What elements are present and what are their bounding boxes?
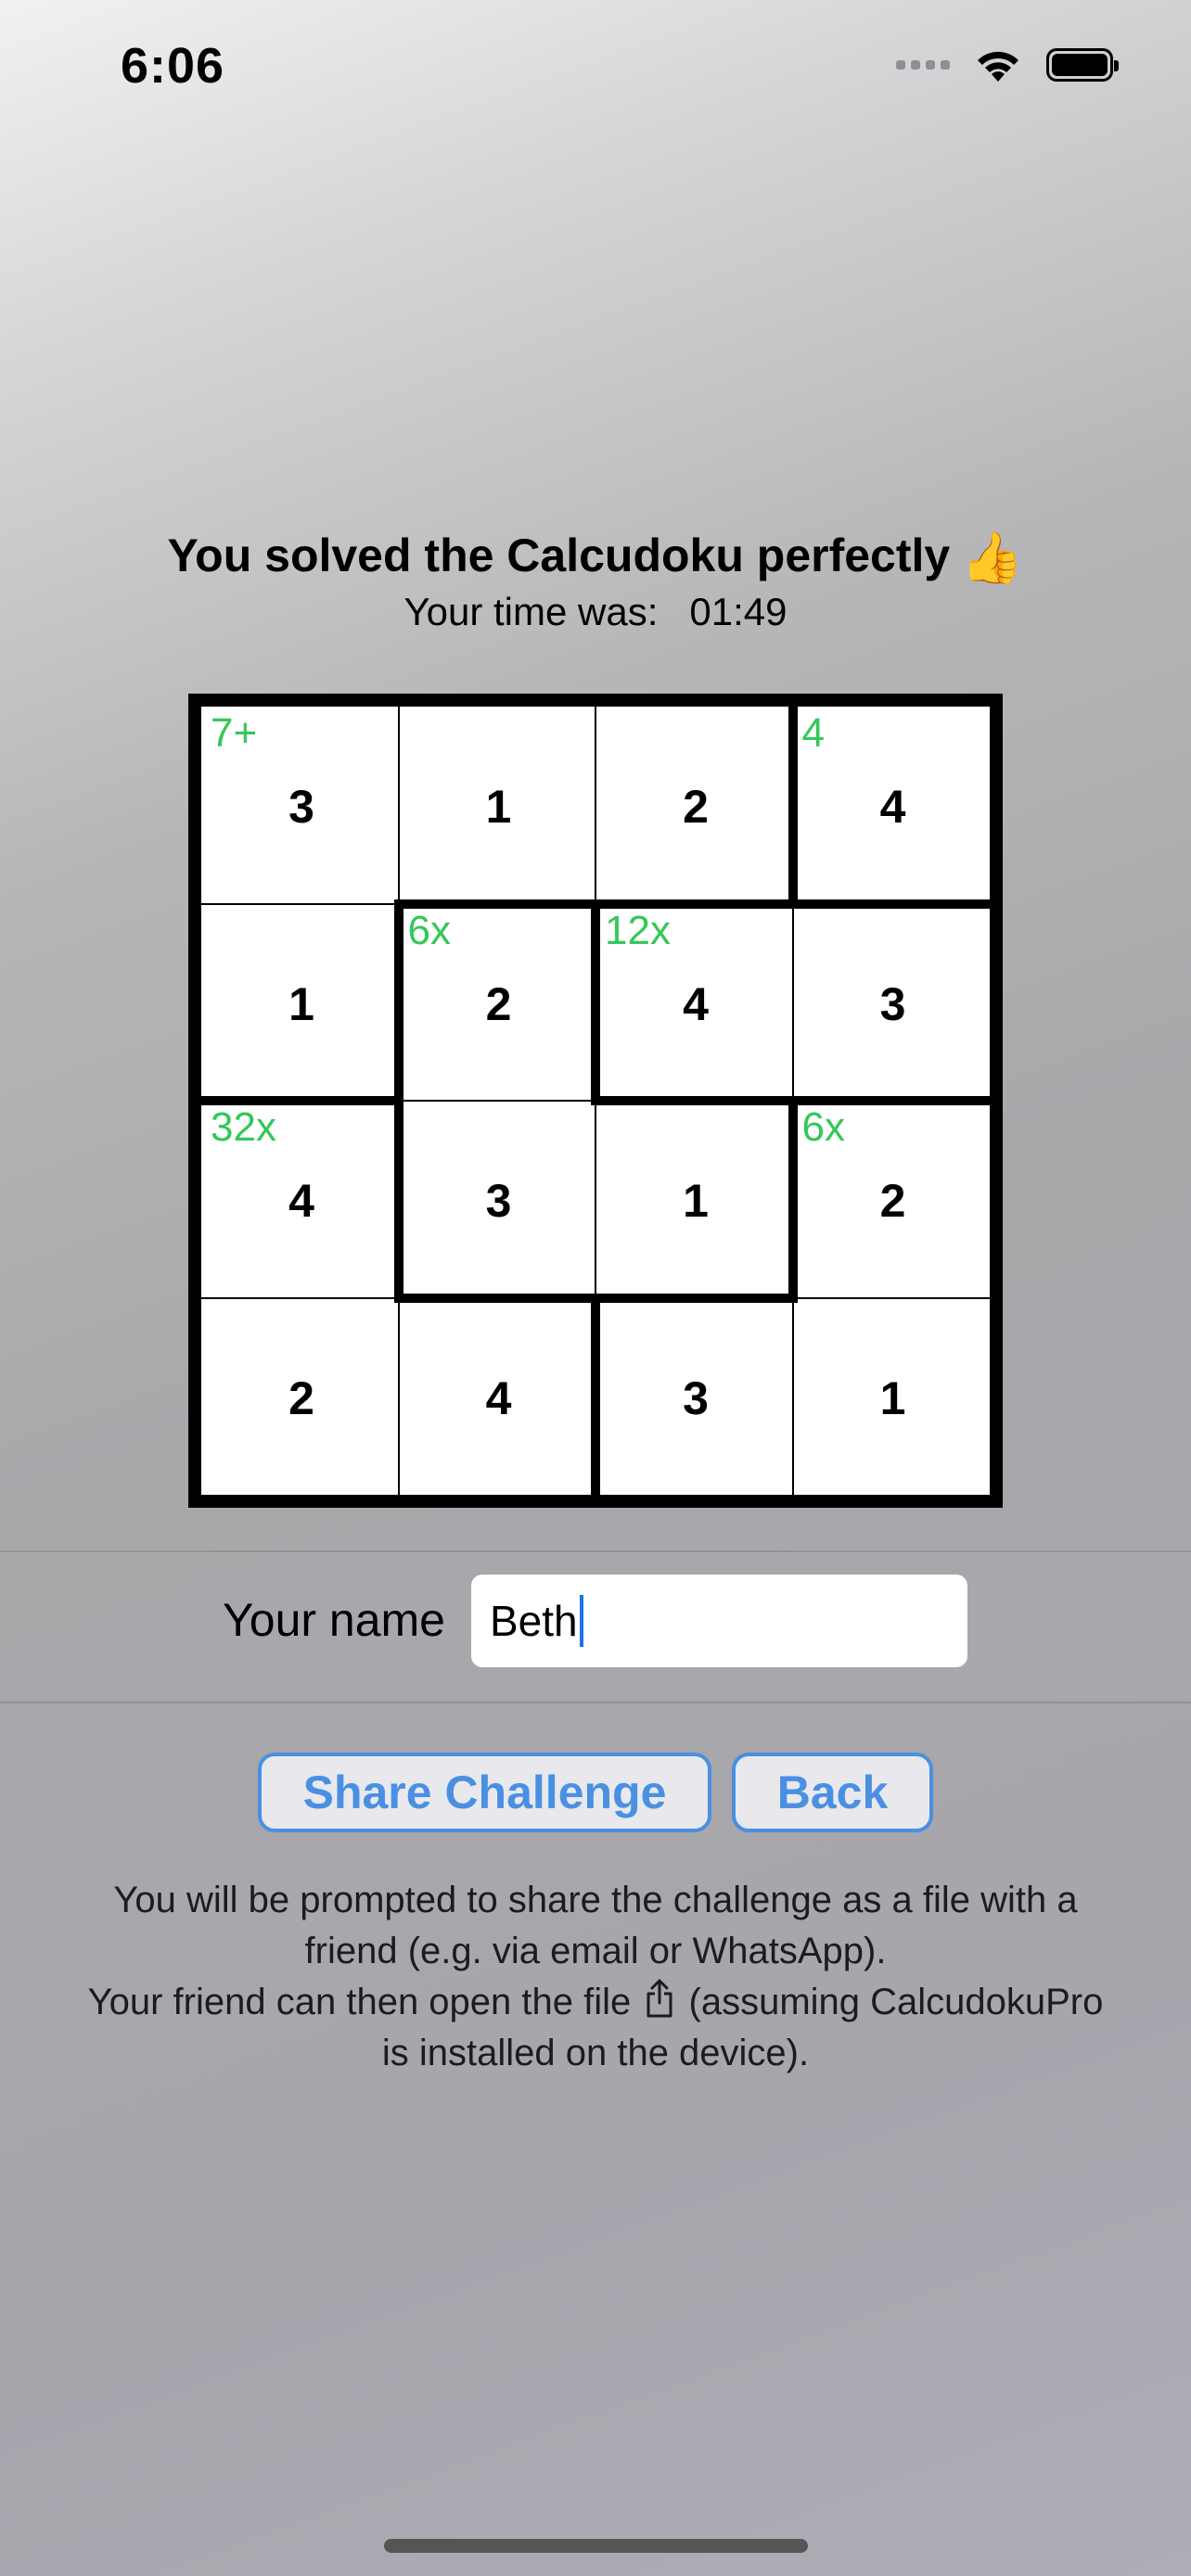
cell-border <box>398 1100 596 1102</box>
name-label: Your name <box>223 1594 445 1646</box>
cell-value: 3 <box>879 977 906 1030</box>
cage-border <box>788 1096 798 1303</box>
grid-cell: 1 <box>596 1101 796 1301</box>
grid-cell: 1 <box>201 904 402 1104</box>
cage-label: 7+ <box>211 710 258 756</box>
name-input-value: Beth <box>490 1597 578 1645</box>
cell-border <box>595 707 596 904</box>
instructions-line-2-start: Your friend can then open the file <box>87 1982 632 2022</box>
thumbs-up-icon: 👍 <box>961 530 1024 587</box>
cell-value: 1 <box>485 781 512 833</box>
home-indicator <box>384 2539 808 2553</box>
cell-value: 2 <box>288 1371 314 1424</box>
cage-border <box>591 899 600 1105</box>
share-challenge-button[interactable]: Share Challenge <box>258 1753 711 1832</box>
grid-cell: 2 <box>201 1298 402 1498</box>
grid-cell: 2 6x <box>793 1101 993 1301</box>
cell-value: 1 <box>288 977 314 1030</box>
cell-value: 4 <box>485 1371 512 1424</box>
cage-border <box>591 1293 600 1499</box>
grid-cell: 2 6x <box>399 904 599 1104</box>
time-line: Your time was: 01:49 <box>0 590 1191 634</box>
grid-cell: 4 32x <box>201 1101 402 1301</box>
cell-border <box>397 1297 400 1495</box>
divider-top <box>0 1550 1191 1552</box>
name-input[interactable]: Beth <box>471 1575 967 1667</box>
grid-cell: 3 <box>596 1298 796 1498</box>
cell-border <box>397 707 400 904</box>
status-icons <box>896 46 1119 83</box>
cell-border <box>791 903 794 1101</box>
cage-label: 4 <box>801 710 825 756</box>
cell-value: 1 <box>879 1371 906 1424</box>
grid-cell: 3 <box>399 1101 599 1301</box>
cage-border <box>197 1096 403 1105</box>
share-icon <box>647 1979 672 2018</box>
cage-label: 12x <box>605 907 671 953</box>
grid-cell: 4 12x <box>596 904 796 1104</box>
cage-label: 6x <box>801 1104 845 1150</box>
cage-border <box>788 702 798 909</box>
grid-cell: 3 <box>793 904 993 1104</box>
instructions-line-1: You will be prompted to share the challe… <box>113 1880 1078 1971</box>
cage-label: 6x <box>407 907 451 953</box>
cage-label: 32x <box>211 1104 276 1150</box>
grid-cell: 1 <box>399 707 599 907</box>
cage-border <box>393 899 994 909</box>
cell-border <box>201 902 399 905</box>
grid-cell: 44 <box>793 707 993 907</box>
share-instructions: You will be prompted to share the challe… <box>74 1875 1117 2079</box>
cell-value: 2 <box>683 781 709 833</box>
wifi-icon <box>978 51 1018 82</box>
headline-text: You solved the Calcudoku perfectly <box>167 529 951 581</box>
cell-border <box>791 1297 794 1495</box>
time-value: 01:49 <box>689 590 788 633</box>
cell-border <box>595 1101 596 1298</box>
time-label: Your time was: <box>403 590 659 633</box>
back-button[interactable]: Back <box>732 1753 933 1832</box>
instructions-line-2: Your friend can then open the file (assu… <box>74 1977 1117 2079</box>
grid-cell: 2 <box>596 707 796 907</box>
text-caret <box>579 1595 583 1647</box>
cell-value: 3 <box>683 1371 709 1424</box>
signal-icon <box>896 60 950 70</box>
cell-border <box>792 1296 990 1299</box>
calcudoku-grid: 3 7+ 1 2 4 4 1 2 6x 4 12x 3 4 32x 3 1 2 6x 2 4 3 1 <box>188 694 1003 1508</box>
status-time: 6:06 <box>121 38 225 94</box>
cell-value: 3 <box>485 1175 512 1227</box>
divider-bottom <box>0 1702 1191 1703</box>
battery-icon <box>1046 48 1119 82</box>
grid-cell: 4 <box>399 1298 599 1498</box>
result-headline: You solved the Calcudoku perfectly 👍 <box>0 529 1191 588</box>
grid-cell: 1 <box>793 1298 993 1498</box>
grid-cell: 3 7+ <box>201 707 402 907</box>
cell-value: 1 <box>683 1175 709 1227</box>
cell-border <box>201 1296 399 1299</box>
